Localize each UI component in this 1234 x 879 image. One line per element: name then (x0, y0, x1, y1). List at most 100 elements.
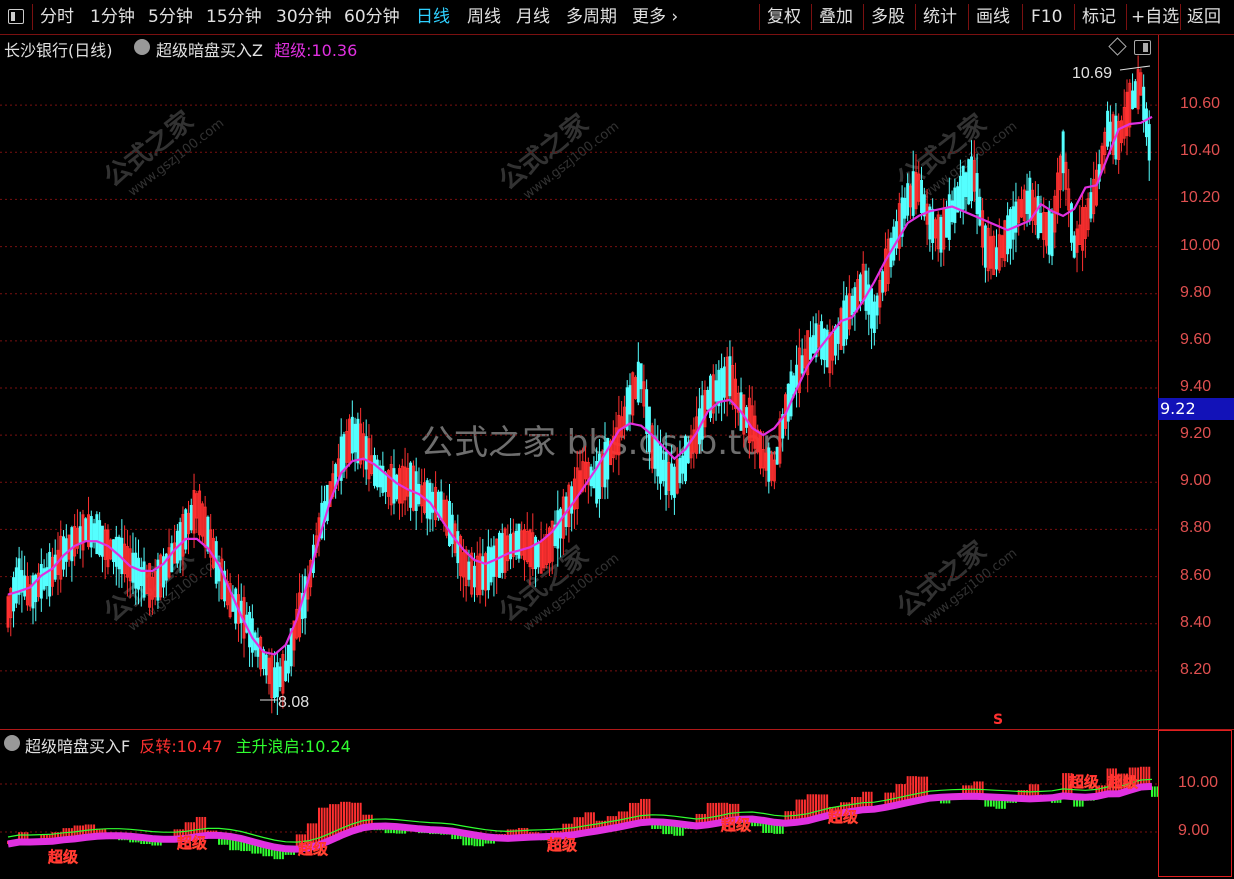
candle-body (820, 321, 824, 360)
sub-indicator-name: 超级暗盘买入F (25, 737, 131, 756)
candle-body (714, 380, 718, 402)
candle-body (800, 355, 804, 374)
candle-body (89, 516, 93, 548)
candle-body (353, 423, 357, 453)
candle-body (728, 356, 732, 397)
candle-body (1050, 213, 1054, 257)
candle-body (134, 552, 138, 589)
candle-body (870, 288, 874, 329)
candle-body (284, 660, 288, 682)
candle-body (681, 455, 685, 474)
price-axis-label: 8.80 (1180, 519, 1212, 537)
candle-body (858, 274, 862, 302)
candle-body (931, 208, 935, 243)
candle-body (636, 361, 640, 403)
candle-body (709, 375, 712, 419)
candle-body (392, 468, 396, 504)
candle-body (670, 463, 674, 496)
candle-body (722, 366, 726, 398)
candle-body (48, 551, 52, 597)
price-axis-label: 10.40 (1180, 142, 1221, 160)
price-axis-label: 10.60 (1180, 95, 1221, 113)
candle-body (789, 371, 793, 417)
sub-magenta-band (7, 782, 1153, 853)
price-axis-label: 8.40 (1180, 613, 1212, 631)
price-axis-label: 10.20 (1180, 189, 1221, 207)
candle-body (970, 156, 973, 202)
action-8[interactable]: 返回 (1187, 0, 1221, 34)
candle-body (350, 416, 354, 454)
super-signal-label: 超级 (1068, 773, 1100, 791)
candle-body (1108, 121, 1112, 142)
candle-body (64, 538, 68, 562)
candle-body (409, 462, 413, 508)
candle-body (1142, 86, 1146, 120)
candle-body (95, 514, 99, 555)
candle-body (792, 375, 796, 395)
candle-body (639, 363, 643, 390)
price-axis-label: 9.20 (1180, 425, 1212, 443)
candle-body (450, 514, 454, 545)
candle-body (489, 547, 493, 583)
candle-body (20, 570, 24, 593)
candle-body (845, 295, 849, 340)
candle-body (473, 565, 476, 588)
candle-body (17, 558, 21, 595)
candle-body (1072, 235, 1076, 258)
candle-body (706, 389, 710, 410)
candlestick-chart[interactable]: 10.69 8.08 S (0, 0, 1158, 729)
candle-body (603, 441, 607, 488)
candle-body (825, 329, 829, 368)
candle-body (14, 567, 18, 604)
candle-body (1025, 190, 1029, 214)
candle-body (264, 654, 268, 676)
candle-body (356, 418, 360, 464)
sub-dropdown-circle-icon[interactable] (4, 735, 20, 751)
candle-body (1147, 124, 1151, 161)
candle-body (881, 271, 885, 293)
candle-body (1144, 108, 1148, 138)
candle-body (34, 574, 38, 603)
super-signal-label: 超级 (1107, 773, 1139, 791)
candle-body (684, 436, 687, 482)
candle-body (1028, 177, 1032, 222)
candle-body (958, 175, 962, 212)
sub-header: 超级暗盘买入F 反转:10.47 主升浪启:10.24 (25, 733, 351, 757)
candle-body (23, 575, 27, 597)
toolbar-separator-r8 (1180, 4, 1181, 30)
candle-body (678, 457, 682, 484)
sell-signal-marker: S (993, 712, 1003, 728)
candle-body (342, 434, 346, 472)
candle-body (275, 662, 279, 698)
price-axis-label: 9.80 (1180, 283, 1212, 301)
candle-body (178, 522, 182, 561)
candle-body (647, 406, 651, 452)
candle-body (717, 369, 721, 407)
super-signal-label: 超级 (827, 808, 859, 826)
main-wave-value: 10.24 (305, 737, 351, 756)
candle-body (570, 486, 574, 514)
candle-body (414, 471, 418, 511)
candle-body (967, 159, 971, 205)
candle-body (184, 509, 188, 550)
candle-body (373, 455, 376, 486)
super-signal-label: 超级 (176, 834, 208, 852)
candle-body (559, 508, 563, 539)
candle-body (1011, 206, 1015, 240)
candle-body (659, 445, 662, 484)
candle-body (775, 446, 779, 465)
candle-body (189, 504, 193, 531)
candle-body (661, 459, 665, 482)
candle-body (486, 546, 490, 591)
candle-body (92, 523, 96, 543)
candle-body (975, 173, 979, 215)
sub-axis-label: 10.00 (1178, 774, 1219, 791)
candle-body (664, 451, 668, 496)
candle-body (853, 287, 857, 313)
candle-body (995, 247, 998, 270)
candle-body (439, 491, 443, 521)
candle-body (945, 208, 948, 238)
candle-body (1006, 215, 1010, 255)
candle-body (467, 561, 471, 580)
candle-body (98, 520, 102, 556)
